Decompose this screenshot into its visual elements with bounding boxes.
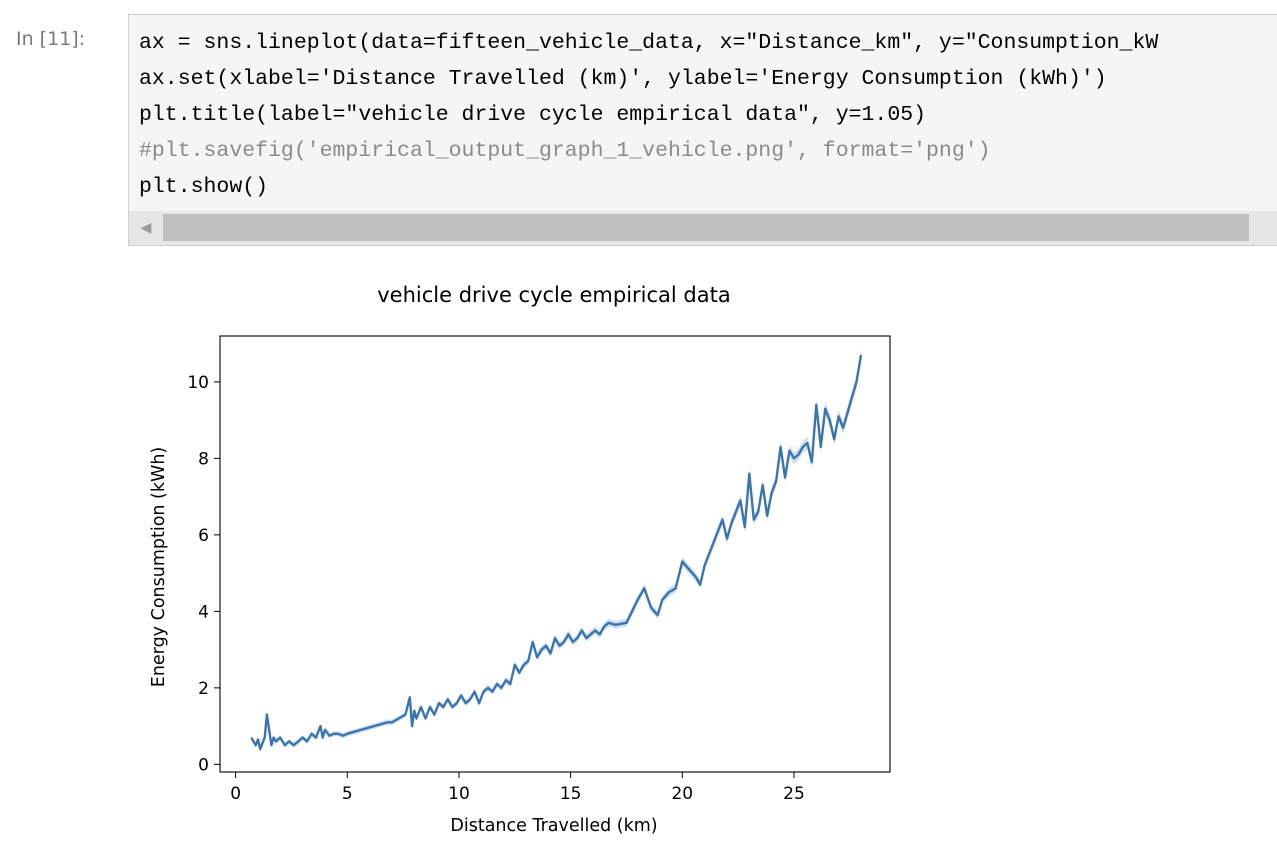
x-tick-label: 10 <box>448 784 470 804</box>
scrollbar-thumb[interactable] <box>163 214 1249 241</box>
x-tick-label: 5 <box>342 784 353 804</box>
code-line-5: plt.show() <box>139 175 269 199</box>
x-tick-label: 15 <box>560 784 582 804</box>
x-tick-label: 20 <box>671 784 693 804</box>
cell-prompt: In [11]: <box>16 28 86 50</box>
axes-frame <box>219 335 891 773</box>
y-tick-label: 6 <box>198 526 209 546</box>
confidence-band <box>251 347 862 752</box>
chart-title: vehicle drive cycle empirical data <box>377 283 730 307</box>
cell-output: vehicle drive cycle empirical data Dista… <box>140 270 920 844</box>
code-line-2: ax.set(xlabel='Distance Travelled (km)',… <box>139 67 1107 91</box>
series-line <box>250 354 863 751</box>
horizontal-scrollbar[interactable]: ◀ <box>129 211 1277 245</box>
code-line-1: ax = sns.lineplot(data=fifteen_vehicle_d… <box>139 31 1159 55</box>
y-axis-label: Energy Consumption (kWh) <box>149 447 169 687</box>
line-chart: vehicle drive cycle empirical data Dista… <box>149 283 891 836</box>
x-axis-label: Distance Travelled (km) <box>450 816 657 836</box>
x-tick-label: 0 <box>230 784 241 804</box>
y-tick-label: 2 <box>198 679 209 699</box>
code-line-4-comment: #plt.savefig('empirical_output_graph_1_v… <box>139 139 991 163</box>
code-cell[interactable]: ax = sns.lineplot(data=fifteen_vehicle_d… <box>128 14 1277 246</box>
scroll-left-arrow-icon[interactable]: ◀ <box>137 217 155 239</box>
code-line-3: plt.title(label="vehicle drive cycle emp… <box>139 103 927 127</box>
code-editor[interactable]: ax = sns.lineplot(data=fifteen_vehicle_d… <box>139 25 1158 205</box>
y-tick-label: 10 <box>187 373 209 393</box>
x-tick-label: 25 <box>783 784 805 804</box>
y-tick-label: 8 <box>198 449 209 469</box>
plot-area: 0 5 10 15 20 25 0 2 4 6 8 10 <box>187 335 891 804</box>
y-tick-label: 4 <box>198 602 209 622</box>
y-tick-label: 0 <box>198 755 209 775</box>
